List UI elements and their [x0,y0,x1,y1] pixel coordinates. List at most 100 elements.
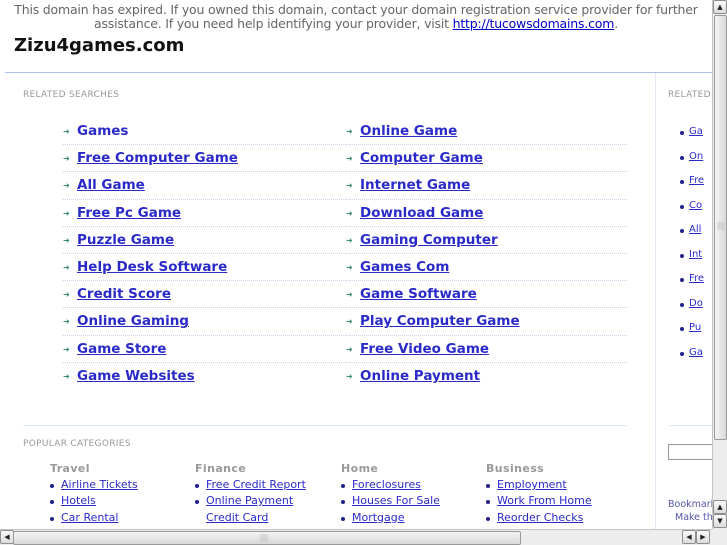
related-search-item: ➜ Online Gaming [63,308,346,336]
horizontal-scrollbar[interactable]: ◀ ◀ ▶ [0,529,712,545]
related-search-link[interactable]: Credit Score [77,286,171,302]
category-link[interactable]: Online Payment [206,494,293,507]
category-link[interactable]: Credit Card [206,511,268,524]
category-heading: Home [341,462,379,475]
related-searches-label: RELATED SEARCHES [23,90,120,100]
category-link[interactable]: Free Credit Report [206,478,306,491]
scrollbar-corner [712,529,727,545]
category-item: Airline Tickets [50,478,138,494]
category-item: Online Payment [195,494,293,510]
scroll-up-button-lower[interactable]: ▲ [713,500,727,514]
category-column: Home Foreclosures Houses For Sale Mortgage [341,462,440,527]
side-link-item: Do [680,298,703,309]
arrow-bullet-icon: ➜ [346,235,353,245]
side-link[interactable]: Fre [689,273,704,284]
related-search-link[interactable]: Free Pc Game [77,205,181,221]
category-link[interactable]: Employment [497,478,567,491]
related-search-link[interactable]: All Game [77,177,145,193]
bullet-icon [50,500,54,505]
popular-categories-label: POPULAR CATEGORIES [23,439,131,449]
side-link-item: Pu [680,322,701,333]
bullet-icon [50,484,54,488]
related-search-link[interactable]: Free Video Game [360,341,489,357]
related-search-link[interactable]: Game Software [360,286,477,302]
bullet-icon [341,500,345,505]
bullet-icon [680,131,684,135]
category-item: Foreclosures [341,478,421,494]
horizontal-scroll-thumb[interactable] [13,531,521,545]
category-link[interactable]: Airline Tickets [61,478,138,491]
side-link-item: Co [680,200,702,211]
arrow-bullet-icon: ➜ [346,290,353,300]
category-link[interactable]: Mortgage [352,511,405,524]
arrow-bullet-icon: ➜ [63,371,70,381]
scroll-up-button[interactable]: ▲ [713,0,727,14]
related-search-item: ➜ Play Computer Game [346,308,627,336]
category-link[interactable]: Foreclosures [352,478,421,491]
category-link[interactable]: Car Rental [61,511,118,524]
arrow-bullet-icon: ➜ [63,290,70,300]
vertical-scroll-thumb[interactable] [714,15,727,440]
related-search-link[interactable]: Puzzle Game [77,232,174,248]
related-search-link[interactable]: Game Websites [77,368,195,384]
side-link[interactable]: Int [689,249,702,260]
side-link[interactable]: Ga [689,347,703,358]
grip-icon [260,534,268,542]
related-search-link[interactable]: Games [77,123,128,139]
related-search-link[interactable]: Play Computer Game [360,313,520,329]
bullet-icon [680,351,684,356]
side-link-item: All [680,224,701,235]
related-search-link[interactable]: Computer Game [360,150,483,166]
scroll-left-button-right[interactable]: ◀ [682,530,696,544]
vertical-scrollbar[interactable]: ▲ ▲ ▼ [712,0,727,529]
related-search-link[interactable]: Online Payment [360,368,480,384]
related-search-link[interactable]: Gaming Computer [360,232,498,248]
side-search-input[interactable] [668,444,712,460]
related-search-link[interactable]: Download Game [360,205,483,221]
bookmark-text[interactable]: Bookmark Make thi [668,498,712,524]
category-link[interactable]: Hotels [61,494,96,507]
side-link[interactable]: Do [689,298,703,309]
related-search-link[interactable]: Internet Game [360,177,470,193]
side-link-item: Fre [680,273,704,284]
category-link[interactable]: Work From Home [497,494,592,507]
arrow-bullet-icon: ➜ [63,344,70,354]
bullet-icon [680,229,684,233]
side-link[interactable]: On [689,151,703,162]
related-search-item: ➜ Game Software [346,281,627,309]
side-link[interactable]: Ga [689,126,703,137]
related-search-item: ➜ Games Com [346,254,627,282]
related-search-link[interactable]: Help Desk Software [77,259,227,275]
related-search-link[interactable]: Online Game [360,123,457,139]
bullet-icon [680,327,684,331]
related-search-item: ➜ Game Websites [63,363,346,390]
related-search-item: ➜ Online Payment [346,363,627,390]
category-link[interactable]: Houses For Sale [352,494,440,507]
bookmark-line[interactable]: Bookmark [668,498,712,511]
bullet-icon [341,484,345,488]
scroll-left-button[interactable]: ◀ [0,530,14,544]
arrow-bullet-icon: ➜ [63,154,70,164]
make-homepage-line[interactable]: Make thi [668,511,712,524]
related-search-item: ➜ Free Pc Game [63,200,346,227]
related-search-link[interactable]: Free Computer Game [77,150,238,166]
expired-notice: This domain has expired. If you owned th… [0,3,712,31]
tucows-link[interactable]: http://tucowsdomains.com [453,16,615,31]
category-item: Houses For Sale [341,494,440,510]
category-column: Travel Airline Tickets Hotels Car Rental [50,462,138,527]
arrow-bullet-icon: ➜ [63,235,70,245]
related-search-link[interactable]: Game Store [77,341,166,357]
side-link[interactable]: All [689,224,701,235]
related-search-item: ➜ Game Store [63,336,346,363]
side-divider [669,425,712,426]
scroll-down-button[interactable]: ▼ [713,514,727,528]
related-search-link[interactable]: Games Com [360,259,449,275]
category-link[interactable]: Reorder Checks [497,511,583,524]
arrow-bullet-icon: ➜ [346,317,353,327]
scroll-right-button[interactable]: ▶ [696,530,710,544]
arrow-bullet-icon: ➜ [63,181,70,191]
side-link[interactable]: Fre [689,175,704,186]
side-link[interactable]: Pu [689,322,701,333]
side-link[interactable]: Co [689,200,702,211]
related-search-link[interactable]: Online Gaming [77,313,189,329]
